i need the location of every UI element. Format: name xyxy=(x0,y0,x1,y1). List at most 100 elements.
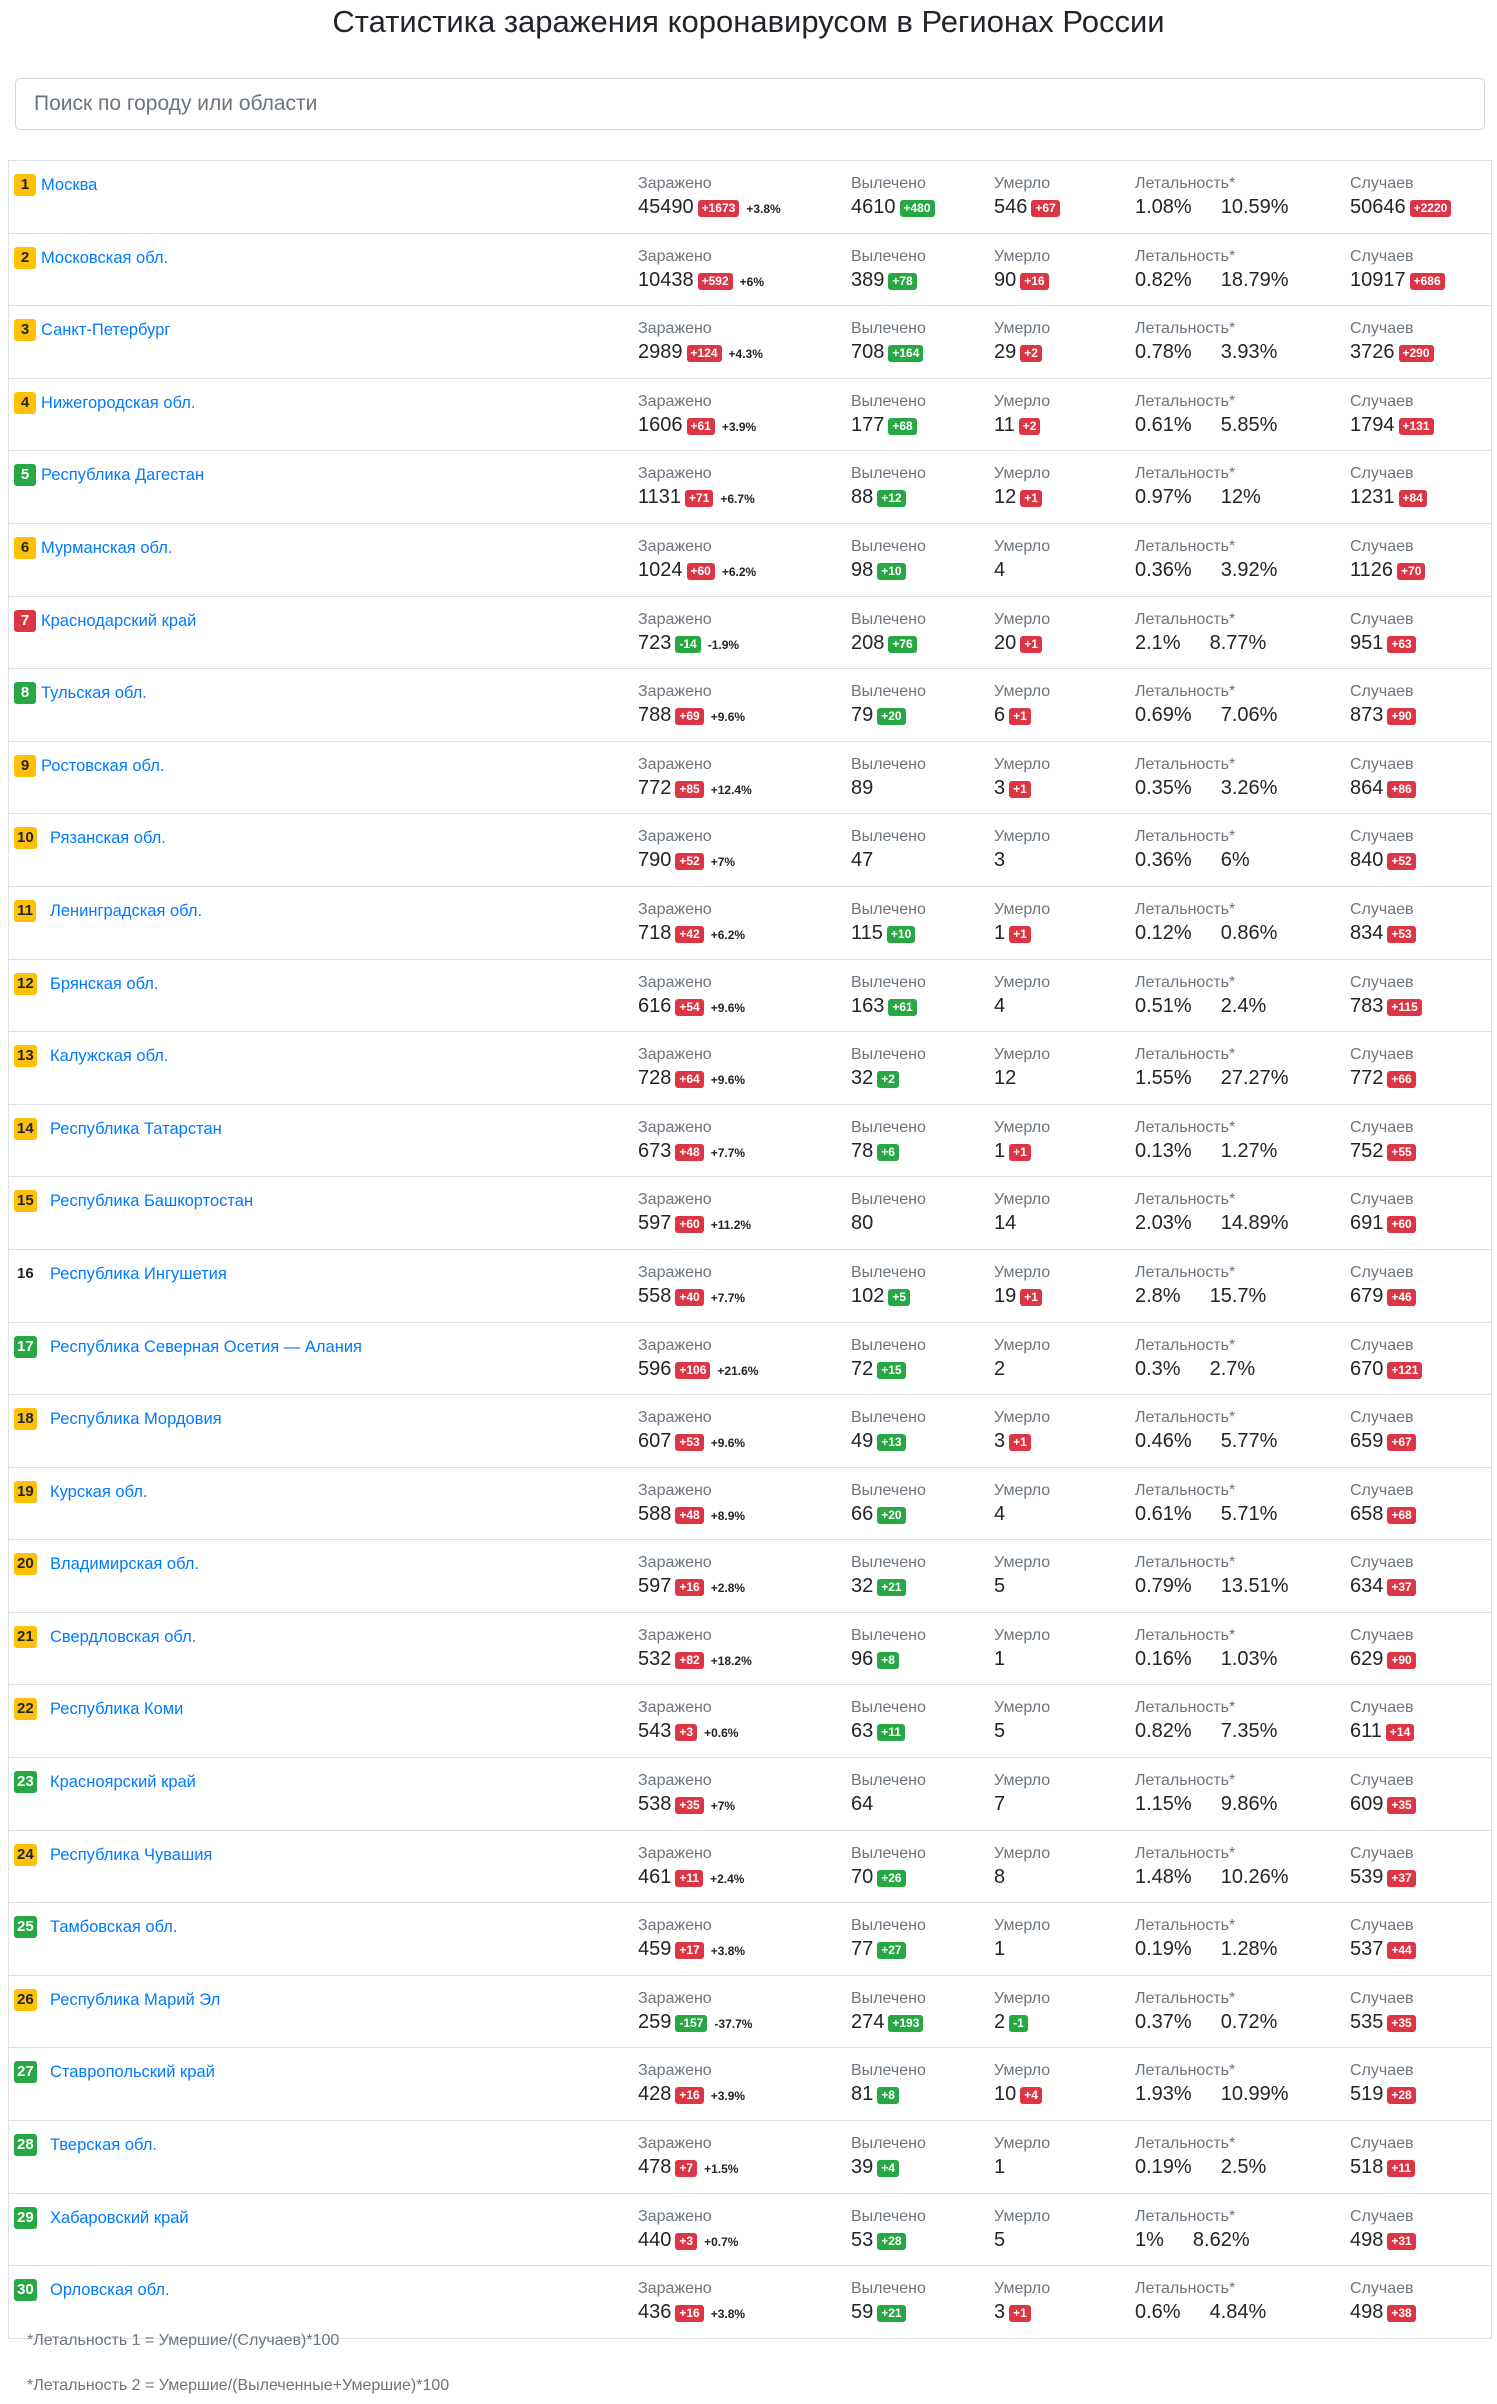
table-row: 4 Нижегородская обл. Заражено 1606 +61 +3.9% В… xyxy=(9,379,1491,452)
deaths-label: Умерло xyxy=(994,828,1051,846)
cases-cell: Случаев 10917 +686 xyxy=(1350,247,1445,293)
search-input[interactable] xyxy=(15,78,1485,130)
region-link[interactable]: Ставропольский край xyxy=(50,2062,215,2082)
region-link[interactable]: Республика Ингушетия xyxy=(50,1264,227,1284)
lethality-label: Летальность* xyxy=(1135,1409,1236,1427)
cases-delta-badge: +115 xyxy=(1387,998,1422,1016)
recovered-value-group: 115 +10 xyxy=(851,920,926,946)
recovered-label: Вылечено xyxy=(851,465,926,483)
deaths-cell: Умерло 29 +2 xyxy=(994,319,1050,365)
deaths-delta-badge: +1 xyxy=(1009,1434,1031,1452)
cases-cell: Случаев 609 +35 xyxy=(1350,1771,1416,1817)
deaths-value-group: 1 xyxy=(994,1936,1050,1962)
region-link[interactable]: Ленинградская обл. xyxy=(50,901,202,921)
region-link[interactable]: Владимирская обл. xyxy=(50,1554,199,1574)
cases-value: 498 xyxy=(1350,2228,1384,2251)
recovered-label: Вылечено xyxy=(851,1481,926,1499)
infected-value-group: 788 +69 +9.6% xyxy=(638,702,745,728)
region-link[interactable]: Свердловская обл. xyxy=(50,1627,196,1647)
infected-percent: +2.4% xyxy=(710,1871,745,1886)
deaths-cell: Умерло 3 +1 xyxy=(994,2279,1050,2325)
cases-delta-badge: +66 xyxy=(1387,1071,1416,1089)
table-row: 11 Ленинградская обл. Заражено 718 +42 +6.2% В… xyxy=(9,887,1491,960)
lethality-2-value: 10.99% xyxy=(1220,2083,1289,2106)
region-link[interactable]: Рязанская обл. xyxy=(50,828,166,848)
recovered-cell: Вылечено 389 +78 xyxy=(851,247,926,293)
region-link[interactable]: Нижегородская обл. xyxy=(41,393,195,413)
region-link[interactable]: Тамбовская обл. xyxy=(50,1917,178,1937)
region-link[interactable]: Республика Северная Осетия — Алания xyxy=(50,1337,362,1357)
region-link[interactable]: Мурманская обл. xyxy=(41,538,172,558)
table-row: 22 Республика Коми Заражено 543 +3 +0.6% Вылеч… xyxy=(9,1685,1491,1759)
deaths-label: Умерло xyxy=(994,1481,1051,1499)
infected-value-group: 428 +16 +3.9% xyxy=(638,2081,745,2107)
deaths-value: 11 xyxy=(994,413,1015,436)
cases-value-group: 752 +55 xyxy=(1350,1138,1416,1164)
region-link[interactable]: Республика Дагестан xyxy=(41,465,204,485)
lethality-2-value: 2.7% xyxy=(1209,1357,1256,1380)
region-link[interactable]: Курская обл. xyxy=(50,1482,147,1502)
region-link[interactable]: Республика Татарстан xyxy=(50,1119,222,1139)
deaths-label: Умерло xyxy=(994,1699,1051,1717)
cases-label: Случаев xyxy=(1350,465,1414,483)
region-link[interactable]: Республика Чувашия xyxy=(50,1845,212,1865)
infected-cell: Заражено 597 +16 +2.8% xyxy=(638,1553,745,1599)
region-link[interactable]: Краснодарский край xyxy=(41,611,196,631)
deaths-label: Умерло xyxy=(994,1917,1051,1935)
region-link[interactable]: Республика Коми xyxy=(50,1699,183,1719)
cases-value-group: 537 +44 xyxy=(1350,1936,1416,1962)
infected-label: Заражено xyxy=(638,973,712,991)
region-link[interactable]: Ростовская обл. xyxy=(41,756,164,776)
region-link[interactable]: Республика Марий Эл xyxy=(50,1990,220,2010)
recovered-label: Вылечено xyxy=(851,2062,926,2080)
lethality-1-value: 0.69% xyxy=(1135,704,1192,727)
region-link[interactable]: Орловская обл. xyxy=(50,2280,170,2300)
rank-badge: 28 xyxy=(14,2134,37,2157)
cases-cell: Случаев 1231 +84 xyxy=(1350,464,1427,510)
infected-label: Заражено xyxy=(638,1046,712,1064)
lethality-2-value: 12% xyxy=(1220,486,1261,509)
recovered-cell: Вылечено 53 +28 xyxy=(851,2207,926,2253)
region-link[interactable]: Красноярский край xyxy=(50,1772,196,1792)
cases-delta-badge: +86 xyxy=(1387,780,1416,798)
region-link[interactable]: Московская обл. xyxy=(41,248,168,268)
recovered-label: Вылечено xyxy=(851,2280,926,2298)
recovered-cell: Вылечено 88 +12 xyxy=(851,464,926,510)
recovered-value-group: 79 +20 xyxy=(851,702,926,728)
infected-cell: Заражено 788 +69 +9.6% xyxy=(638,682,745,728)
region-link[interactable]: Тверская обл. xyxy=(50,2135,157,2155)
cases-value: 873 xyxy=(1350,704,1384,727)
region-link[interactable]: Тульская обл. xyxy=(41,683,147,703)
deaths-value-group: 1 xyxy=(994,2154,1050,2180)
lethality-1-value: 0.36% xyxy=(1135,849,1192,872)
region-link[interactable]: Республика Мордовия xyxy=(50,1409,222,1429)
infected-value: 459 xyxy=(638,1938,672,1961)
lethality-2-value: 8.77% xyxy=(1209,631,1267,654)
infected-delta-badge: +1673 xyxy=(697,200,740,217)
cases-cell: Случаев 498 +38 xyxy=(1350,2279,1416,2325)
deaths-value: 4 xyxy=(994,994,1006,1017)
lethality-cell: Летальность* 0.61% 5.85% xyxy=(1135,392,1277,438)
lethality-2-value: 3.93% xyxy=(1220,341,1278,364)
table-row: 19 Курская обл. Заражено 588 +48 +8.9% Вылечен… xyxy=(9,1468,1491,1541)
infected-cell: Заражено 538 +35 +7% xyxy=(638,1771,735,1817)
region-link[interactable]: Калужская обл. xyxy=(50,1046,169,1066)
region-link[interactable]: Республика Башкортостан xyxy=(50,1191,253,1211)
infected-cell: Заражено 588 +48 +8.9% xyxy=(638,1481,745,1527)
region-link[interactable]: Брянская обл. xyxy=(50,974,159,994)
recovered-value-group: 70 +26 xyxy=(851,1864,926,1890)
lethality-cell: Летальность* 2.1% 8.77% xyxy=(1135,610,1266,656)
lethality-1-value: 2.1% xyxy=(1135,631,1181,654)
infected-cell: Заражено 790 +52 +7% xyxy=(638,827,735,873)
infected-cell: Заражено 428 +16 +3.9% xyxy=(638,2061,745,2107)
lethality-1-value: 0.13% xyxy=(1135,1139,1192,1162)
region-link[interactable]: Хабаровский край xyxy=(50,2208,189,2228)
deaths-delta-badge: +1 xyxy=(1020,1288,1042,1306)
lethality-cell: Летальность* 0.97% 12% xyxy=(1135,464,1261,510)
lethality-1-value: 0.37% xyxy=(1135,2010,1192,2033)
infected-delta-badge: +60 xyxy=(675,1216,704,1234)
deaths-label: Умерло xyxy=(994,900,1051,918)
cases-value: 609 xyxy=(1350,1793,1384,1816)
region-link[interactable]: Москва xyxy=(41,175,97,195)
region-link[interactable]: Санкт-Петербург xyxy=(41,320,170,340)
